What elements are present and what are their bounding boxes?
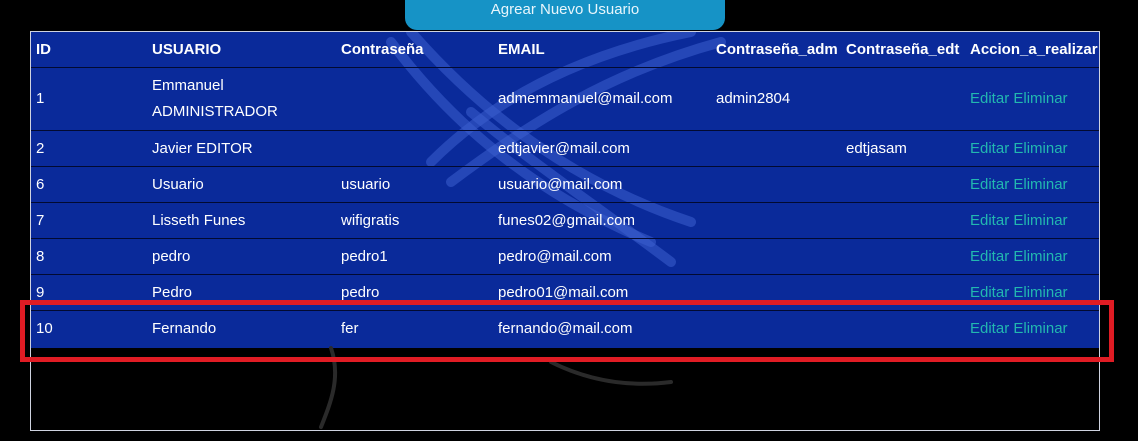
table-row-selected: 10 Fernando fer fernando@mail.com Editar… [31,310,1099,345]
cell-contrasena-adm [711,130,841,167]
edit-link[interactable]: Editar [970,248,1009,265]
table-row: 7 Lisseth Funes wifigratis funes02@gmail… [31,202,1099,239]
cell-id: 6 [31,166,147,203]
table-row: 8 pedro pedro1 pedro@mail.com Editar Eli… [31,238,1099,275]
cell-id: 9 [31,274,147,311]
cell-contrasena-edt: edtjasam [841,130,965,167]
cell-id: 10 [31,310,147,345]
edit-link[interactable]: Editar [970,212,1009,229]
delete-link[interactable]: Eliminar [1013,284,1067,301]
cell-email: fernando@mail.com [493,310,711,345]
delete-link[interactable]: Eliminar [1013,212,1067,229]
cell-usuario: Pedro [147,274,336,311]
cell-email: admemmanuel@mail.com [493,67,711,131]
cell-actions: Editar Eliminar [965,274,1099,311]
table-row: 6 Usuario usuario usuario@mail.com Edita… [31,166,1099,203]
delete-link[interactable]: Eliminar [1013,248,1067,265]
delete-link[interactable]: Eliminar [1013,176,1067,193]
cell-contrasena-adm: admin2804 [711,67,841,131]
edit-link[interactable]: Editar [970,320,1009,337]
header-accion: Accion_a_realizar [965,32,1099,68]
edit-link[interactable]: Editar [970,140,1009,157]
cell-contrasena [336,130,493,167]
header-contrasena-adm: Contraseña_adm [711,32,841,68]
cell-usuario: Fernando [147,310,336,345]
cell-usuario: pedro [147,238,336,275]
cell-id: 2 [31,130,147,167]
edit-link[interactable]: Editar [970,176,1009,193]
delete-link[interactable]: Eliminar [1013,140,1067,157]
cell-id: 1 [31,67,147,131]
cell-contrasena-edt [841,310,965,345]
header-id: ID [31,32,147,68]
cell-actions: Editar Eliminar [965,130,1099,167]
delete-link[interactable]: Eliminar [1013,90,1067,107]
table-row: 2 Javier EDITOR edtjavier@mail.com edtja… [31,130,1099,167]
users-table: ID USUARIO Contraseña EMAIL Contraseña_a… [31,32,1099,345]
header-email: EMAIL [493,32,711,68]
cell-usuario: Javier EDITOR [147,130,336,167]
cell-actions: Editar Eliminar [965,202,1099,239]
cell-email: funes02@gmail.com [493,202,711,239]
cell-actions: Editar Eliminar [965,310,1099,345]
cell-contrasena: fer [336,310,493,345]
cell-email: pedro01@mail.com [493,274,711,311]
delete-link[interactable]: Eliminar [1013,320,1067,337]
cell-contrasena-adm [711,238,841,275]
cell-contrasena-adm [711,202,841,239]
cell-email: usuario@mail.com [493,166,711,203]
page: Agrear Nuevo Usuario ID USUARIO Contrase… [0,0,1138,441]
cell-contrasena-adm [711,310,841,345]
cell-usuario-line2: ADMINISTRADOR [152,103,278,120]
cell-contrasena: usuario [336,166,493,203]
cell-id: 7 [31,202,147,239]
cell-contrasena: pedro [336,274,493,311]
cell-email: edtjavier@mail.com [493,130,711,167]
cell-usuario: Usuario [147,166,336,203]
cell-email: pedro@mail.com [493,238,711,275]
cell-actions: Editar Eliminar [965,67,1099,131]
edit-link[interactable]: Editar [970,284,1009,301]
cell-contrasena-edt [841,202,965,239]
cell-contrasena-adm [711,274,841,311]
cell-contrasena: wifigratis [336,202,493,239]
cell-usuario-line1: Emmanuel [152,77,224,94]
table-row: 1 Emmanuel ADMINISTRADOR admemmanuel@mai… [31,67,1099,131]
cell-usuario: Lisseth Funes [147,202,336,239]
edit-link[interactable]: Editar [970,90,1009,107]
cell-contrasena-edt [841,67,965,131]
header-contrasena-edt: Contraseña_edt [841,32,965,68]
cell-actions: Editar Eliminar [965,238,1099,275]
cell-usuario: Emmanuel ADMINISTRADOR [147,67,336,131]
users-table-frame: ID USUARIO Contraseña EMAIL Contraseña_a… [30,31,1100,431]
cell-contrasena-edt [841,238,965,275]
table-row: 9 Pedro pedro pedro01@mail.com Editar El… [31,274,1099,311]
cell-contrasena-adm [711,166,841,203]
cell-id: 8 [31,238,147,275]
cell-contrasena-edt [841,274,965,311]
add-new-user-button[interactable]: Agrear Nuevo Usuario [405,0,725,30]
cell-contrasena-edt [841,166,965,203]
cell-contrasena [336,67,493,131]
table-header-row: ID USUARIO Contraseña EMAIL Contraseña_a… [31,32,1099,68]
cell-contrasena: pedro1 [336,238,493,275]
header-usuario: USUARIO [147,32,336,68]
cell-actions: Editar Eliminar [965,166,1099,203]
header-contrasena: Contraseña [336,32,493,68]
